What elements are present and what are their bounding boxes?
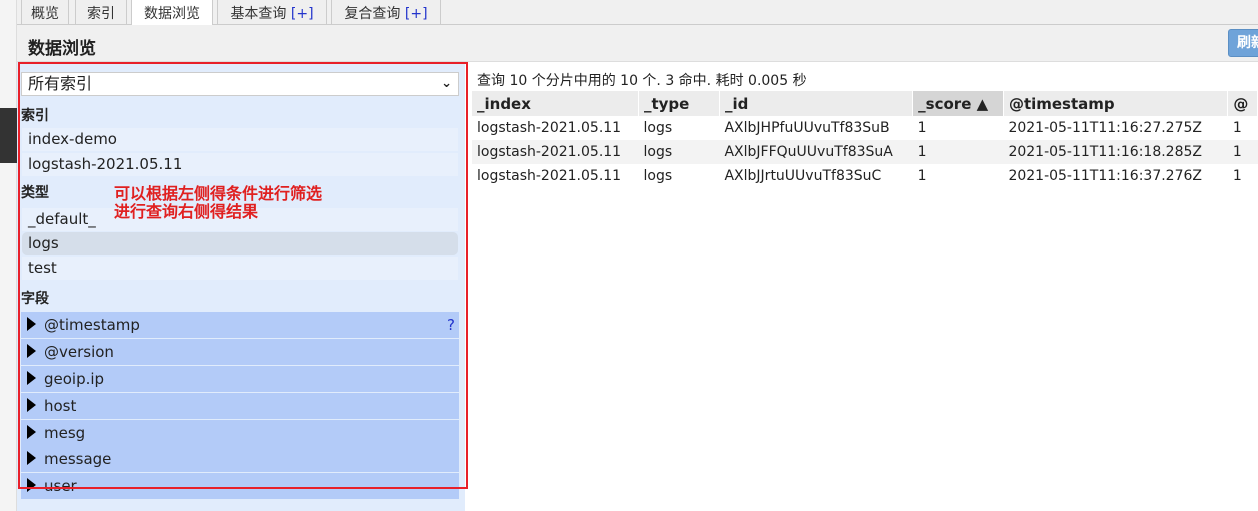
- column-header-index[interactable]: _index: [472, 91, 639, 116]
- tab-label: 基本查询: [230, 6, 287, 22]
- refresh-button[interactable]: 刷新: [1228, 29, 1258, 57]
- annotation-highlight-box: [18, 62, 468, 489]
- cell-version: 1: [1227, 116, 1258, 140]
- cell-timestamp: 2021-05-11T11:16:37.276Z: [1003, 164, 1228, 188]
- table-header-row: _index _type _id _score ▲ @timestamp @: [472, 91, 1258, 116]
- tab-basic-query[interactable]: 基本查询 [+]: [217, 0, 327, 25]
- cell-score: 1: [912, 116, 1004, 140]
- cell-type: logs: [638, 140, 720, 164]
- cell-index: logstash-2021.05.11: [472, 140, 639, 164]
- query-summary: 查询 10 个分片中用的 10 个. 3 命中. 耗时 0.005 秒: [477, 73, 807, 89]
- tab-label: 数据浏览: [144, 6, 200, 22]
- cell-index: logstash-2021.05.11: [472, 116, 639, 140]
- background-dark-block: [0, 108, 17, 163]
- tab-label: 索引: [87, 6, 115, 22]
- cell-score: 1: [912, 164, 1004, 188]
- tab-bar: 概览 索引 数据浏览 基本查询 [+] 复合查询 [+]: [17, 0, 1258, 26]
- cell-timestamp: 2021-05-11T11:16:27.275Z: [1003, 116, 1228, 140]
- background-window-edge: [0, 0, 17, 511]
- cell-score: 1: [912, 140, 1004, 164]
- tab-label: 复合查询: [344, 6, 401, 22]
- cell-version: 1: [1227, 164, 1258, 188]
- tab-compound-query[interactable]: 复合查询 [+]: [331, 0, 441, 25]
- tab-label: 概览: [31, 6, 59, 22]
- column-header-id[interactable]: _id: [719, 91, 914, 116]
- page-header: 数据浏览 刷新: [17, 25, 1258, 62]
- column-header-type[interactable]: _type: [638, 91, 720, 116]
- column-header-score[interactable]: _score ▲: [912, 91, 1004, 116]
- cell-id: AXlbJJrtuUUvuTf83SuC: [719, 164, 913, 188]
- tab-overview[interactable]: 概览: [21, 0, 69, 25]
- add-tab-link[interactable]: [+]: [405, 6, 428, 22]
- table-row[interactable]: logstash-2021.05.11 logs AXlbJHPfuUUvuTf83…: [472, 116, 1258, 140]
- column-header-version[interactable]: @: [1227, 91, 1258, 116]
- table-row[interactable]: logstash-2021.05.11 logs AXlbJJrtuUUvuTf83…: [472, 164, 1258, 188]
- cell-type: logs: [638, 116, 720, 140]
- cell-type: logs: [638, 164, 720, 188]
- column-header-timestamp[interactable]: @timestamp: [1003, 91, 1229, 116]
- table-row[interactable]: logstash-2021.05.11 logs AXlbJFFQuUUvuTf83…: [472, 140, 1258, 164]
- cell-id: AXlbJFFQuUUvuTf83SuA: [719, 140, 913, 164]
- cell-id: AXlbJHPfuUUvuTf83SuB: [719, 116, 913, 140]
- cell-timestamp: 2021-05-11T11:16:18.285Z: [1003, 140, 1228, 164]
- tab-indices[interactable]: 索引: [75, 0, 127, 25]
- cell-index: logstash-2021.05.11: [472, 164, 639, 188]
- add-tab-link[interactable]: [+]: [291, 6, 314, 22]
- tab-data-browse[interactable]: 数据浏览: [131, 0, 213, 26]
- cell-version: 1: [1227, 140, 1258, 164]
- page-title: 数据浏览: [28, 39, 96, 59]
- results-table: _index _type _id _score ▲ @timestamp @ l…: [472, 91, 1258, 188]
